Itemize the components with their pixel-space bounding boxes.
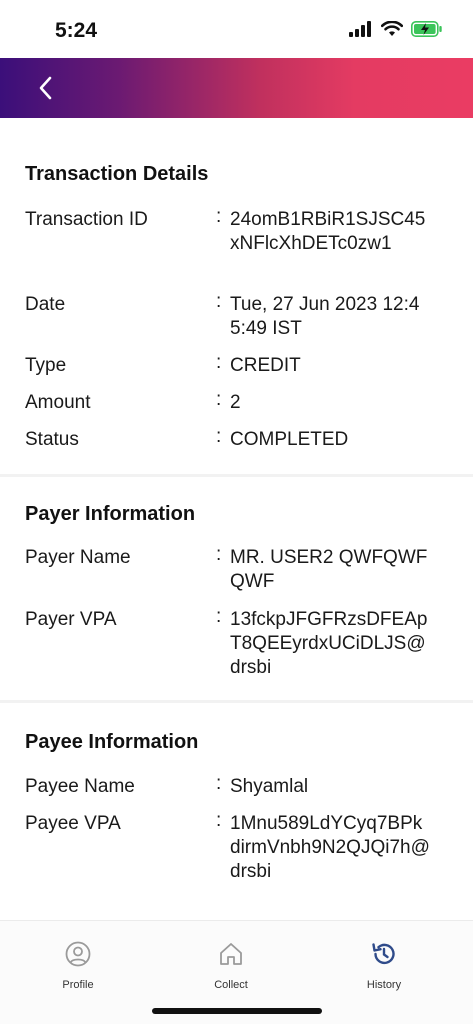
date-label: Date — [25, 294, 66, 315]
status-label: Status — [25, 429, 79, 450]
colon: : — [216, 291, 222, 312]
payer-name-label: Payer Name — [25, 547, 131, 568]
tab-history[interactable]: History — [334, 941, 434, 991]
payee-vpa-label: Payee VPA — [25, 813, 121, 834]
transaction-details-title: Transaction Details — [25, 163, 209, 185]
colon: : — [216, 352, 222, 373]
battery-charging-icon — [411, 21, 442, 37]
back-button[interactable] — [30, 72, 62, 104]
payer-name-value: MR. USER2 QWFQWFQWF — [230, 547, 428, 592]
status-icons — [349, 21, 443, 37]
status-bar: 5:24 — [0, 0, 473, 58]
date-value: Tue, 27 Jun 2023 12:45:49 IST — [230, 294, 420, 339]
type-value: CREDIT — [230, 355, 301, 376]
tab-profile-label: Profile — [62, 979, 94, 991]
colon: : — [216, 544, 222, 565]
history-icon — [372, 943, 395, 965]
tab-profile[interactable]: Profile — [28, 941, 128, 991]
payee-name-label: Payee Name — [25, 776, 135, 797]
chevron-left-icon — [39, 76, 52, 100]
payee-name-value: Shyamlal — [230, 776, 309, 797]
colon: : — [216, 773, 222, 794]
transaction-id-label: Transaction ID — [25, 209, 148, 230]
payer-information-title: Payer Information — [25, 503, 196, 525]
user-circle-icon — [65, 941, 91, 967]
home-indicator[interactable] — [152, 1008, 322, 1014]
tab-collect-label: Collect — [214, 979, 248, 991]
colon: : — [216, 810, 222, 831]
colon: : — [216, 606, 222, 627]
colon: : — [216, 206, 222, 227]
payee-information-title: Payee Information — [25, 731, 199, 753]
status-value: COMPLETED — [230, 429, 349, 450]
payer-vpa-value: 13fckpJFGFRzsDFEApT8QEEyrdxUCiDLJS@drsbi — [230, 609, 428, 678]
colon: : — [216, 389, 222, 410]
tab-collect[interactable]: Collect — [181, 941, 281, 991]
wifi-icon — [381, 21, 403, 36]
section-divider — [0, 700, 473, 703]
home-icon — [220, 943, 242, 965]
tab-history-label: History — [366, 979, 402, 991]
payee-vpa-value: 1Mnu589LdYCyq7BPkdirmVnbh9N2QJQi7h@drsbi — [230, 813, 430, 882]
section-divider — [0, 474, 473, 477]
colon: : — [216, 426, 222, 447]
transaction-id-value: 24omB1RBiR1SJSC45xNFlcXhDETc0zw1 — [230, 209, 426, 254]
header-bar — [0, 58, 473, 118]
status-time: 5:24 — [55, 19, 98, 42]
amount-value: 2 — [230, 392, 241, 413]
payer-vpa-label: Payer VPA — [25, 609, 117, 630]
amount-label: Amount — [25, 392, 91, 413]
cellular-signal-icon — [349, 21, 371, 37]
type-label: Type — [25, 355, 67, 376]
transaction-detail-content: Transaction Details Transaction ID : 24o… — [0, 118, 473, 920]
